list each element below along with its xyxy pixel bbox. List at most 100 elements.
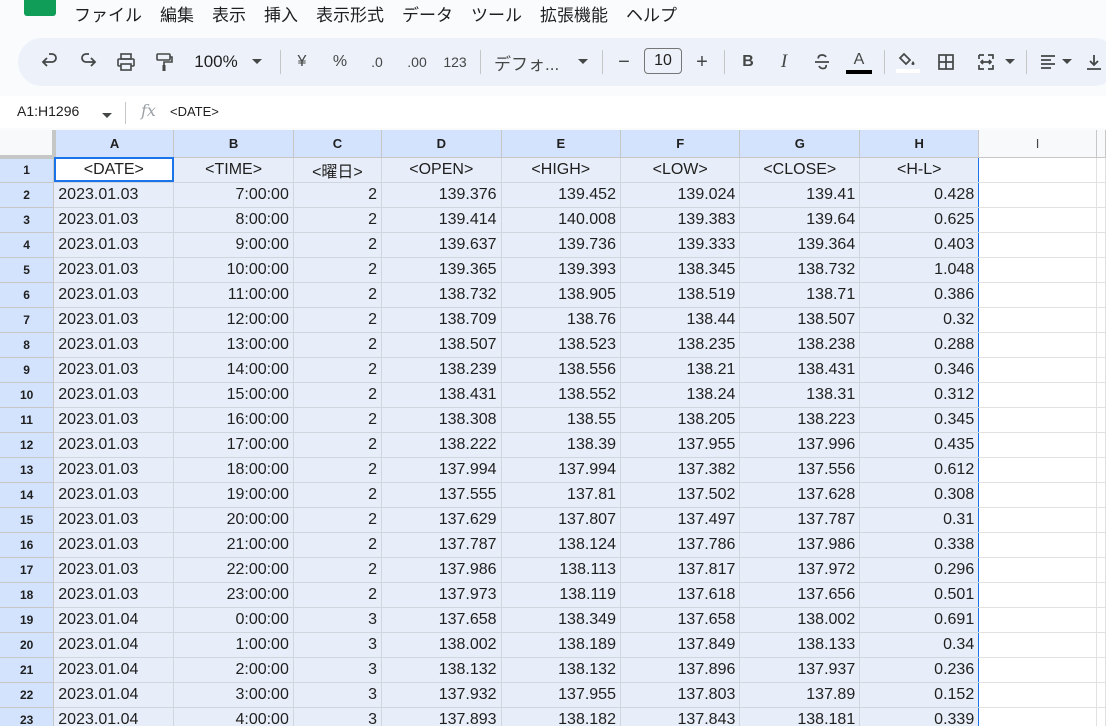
row-header[interactable]: 18 <box>0 582 55 608</box>
cell[interactable]: 21:00:00 <box>173 532 294 558</box>
cell[interactable] <box>1096 282 1106 308</box>
cell[interactable]: 138.55 <box>501 407 621 433</box>
cell[interactable]: 8:00:00 <box>173 207 294 233</box>
cell[interactable]: 137.628 <box>739 482 861 508</box>
cell[interactable]: 138.132 <box>501 657 621 683</box>
cell[interactable]: 10:00:00 <box>173 257 294 283</box>
cell[interactable] <box>1096 382 1106 408</box>
cell[interactable]: 0:00:00 <box>173 607 294 633</box>
cell[interactable]: 3 <box>293 657 382 683</box>
header-cell[interactable]: <OPEN> <box>381 157 502 183</box>
cell[interactable]: 138.223 <box>739 407 861 433</box>
cell[interactable]: 138.732 <box>739 257 861 283</box>
cell[interactable]: 138.133 <box>739 632 861 658</box>
row-header[interactable]: 20 <box>0 632 55 658</box>
row-header[interactable]: 14 <box>0 482 55 508</box>
cell[interactable]: 2023.01.03 <box>53 257 175 283</box>
cell[interactable]: 139.736 <box>501 232 621 258</box>
cell[interactable]: 137.843 <box>620 707 741 726</box>
cell[interactable] <box>978 382 1097 408</box>
column-header[interactable]: C <box>293 130 382 158</box>
cell[interactable]: 2023.01.04 <box>53 657 175 683</box>
cell[interactable]: 2023.01.04 <box>53 707 175 726</box>
cell[interactable]: 138.189 <box>501 632 621 658</box>
cell[interactable]: 138.24 <box>620 382 741 408</box>
cell[interactable]: 138.76 <box>501 307 621 333</box>
cell[interactable]: 0.34 <box>859 632 980 658</box>
cell[interactable]: 16:00:00 <box>173 407 294 433</box>
decrease-font-size-button[interactable]: − <box>612 38 636 86</box>
undo-icon[interactable] <box>36 38 64 86</box>
cell[interactable]: 138.182 <box>501 707 621 726</box>
cell[interactable]: 137.849 <box>620 632 741 658</box>
cell[interactable]: 2023.01.03 <box>53 307 175 333</box>
cell[interactable]: 137.497 <box>620 507 741 533</box>
header-cell[interactable]: <TIME> <box>173 157 294 183</box>
cell[interactable]: 0.152 <box>859 682 980 708</box>
cell[interactable]: 19:00:00 <box>173 482 294 508</box>
cell[interactable]: 137.932 <box>381 682 502 708</box>
header-cell[interactable]: <CLOSE> <box>739 157 861 183</box>
cell[interactable] <box>978 157 1097 183</box>
cell[interactable]: 2 <box>293 382 382 408</box>
menu-item[interactable]: 拡張機能 <box>540 5 608 27</box>
cell[interactable]: 137.556 <box>739 457 861 483</box>
cell[interactable]: 0.338 <box>859 532 980 558</box>
cell[interactable]: 139.365 <box>381 257 502 283</box>
vertical-align-icon[interactable] <box>1082 38 1106 86</box>
cell[interactable]: 137.656 <box>739 582 861 608</box>
row-header[interactable]: 12 <box>0 432 55 458</box>
decrease-decimal-button[interactable]: .0 <box>364 38 390 86</box>
cell[interactable]: 3 <box>293 607 382 633</box>
cell[interactable]: 139.383 <box>620 207 741 233</box>
cell[interactable]: 2 <box>293 307 382 333</box>
cell[interactable]: 3 <box>293 707 382 726</box>
row-header[interactable]: 2 <box>0 182 55 208</box>
cell[interactable]: 137.382 <box>620 457 741 483</box>
cell[interactable]: 137.973 <box>381 582 502 608</box>
row-header[interactable]: 6 <box>0 282 55 308</box>
cell[interactable]: 137.817 <box>620 557 741 583</box>
cell[interactable]: 2 <box>293 232 382 258</box>
cell[interactable]: 11:00:00 <box>173 282 294 308</box>
cell[interactable]: 0.501 <box>859 582 980 608</box>
cell[interactable]: 2 <box>293 457 382 483</box>
cell[interactable] <box>1096 682 1106 708</box>
paint-format-icon[interactable] <box>150 38 178 86</box>
cell[interactable]: 20:00:00 <box>173 507 294 533</box>
cell[interactable]: 139.414 <box>381 207 502 233</box>
cell[interactable]: 139.637 <box>381 232 502 258</box>
cell[interactable]: 0.296 <box>859 557 980 583</box>
cell[interactable] <box>978 232 1097 258</box>
cell[interactable]: 2023.01.03 <box>53 582 175 608</box>
cell[interactable] <box>978 657 1097 683</box>
cell[interactable] <box>1096 582 1106 608</box>
cell[interactable]: 2 <box>293 507 382 533</box>
cell[interactable] <box>978 532 1097 558</box>
cell[interactable]: 138.556 <box>501 357 621 383</box>
cell[interactable]: 137.996 <box>739 432 861 458</box>
cell[interactable] <box>1096 632 1106 658</box>
cell[interactable]: 2023.01.03 <box>53 532 175 558</box>
cell[interactable]: 2 <box>293 582 382 608</box>
cell[interactable]: 2023.01.04 <box>53 632 175 658</box>
font-family-select[interactable]: デフォ... <box>494 38 568 86</box>
increase-decimal-button[interactable]: .00 <box>402 38 432 86</box>
cell[interactable]: 139.41 <box>739 182 861 208</box>
cell[interactable]: 22:00:00 <box>173 557 294 583</box>
column-header[interactable]: G <box>739 130 861 158</box>
cell[interactable]: 0.345 <box>859 407 980 433</box>
column-header[interactable]: H <box>859 130 980 158</box>
borders-icon[interactable] <box>932 38 960 86</box>
cell[interactable]: 2 <box>293 482 382 508</box>
cell[interactable]: 138.181 <box>739 707 861 726</box>
name-box[interactable]: A1:H1296 <box>17 103 79 119</box>
cell[interactable]: 2 <box>293 207 382 233</box>
cell[interactable]: 0.339 <box>859 707 980 726</box>
cell[interactable]: 137.893 <box>381 707 502 726</box>
cell[interactable]: 13:00:00 <box>173 332 294 358</box>
cell[interactable]: 138.349 <box>501 607 621 633</box>
cell[interactable]: 137.896 <box>620 657 741 683</box>
row-header[interactable]: 5 <box>0 257 55 283</box>
cell[interactable]: 138.507 <box>381 332 502 358</box>
